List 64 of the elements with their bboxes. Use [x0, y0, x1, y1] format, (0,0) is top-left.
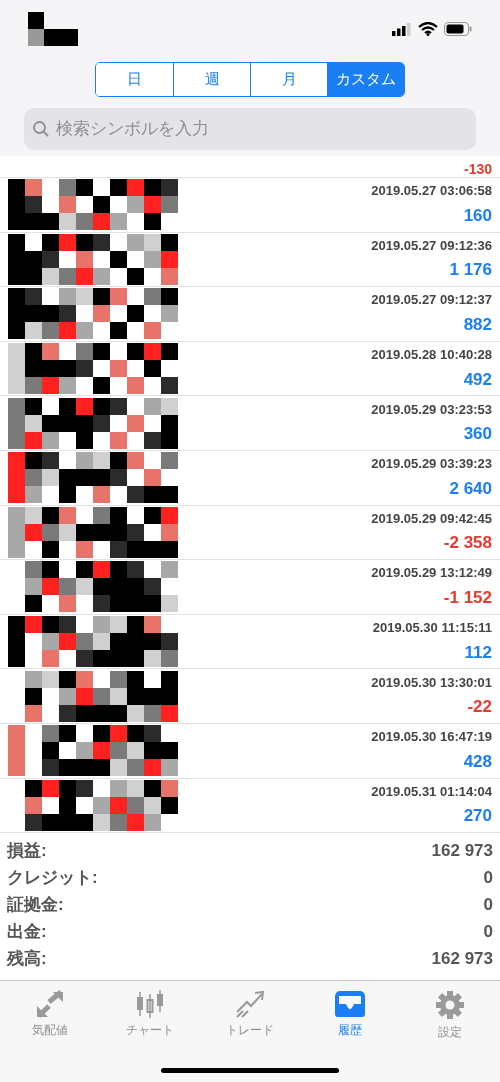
profit-value: 112: [464, 641, 492, 664]
deal-row[interactable]: 2019.05.29 03:39:23 2 640: [0, 450, 500, 506]
deal-row[interactable]: 2019.05.29 09:42:45 -2 358: [0, 505, 500, 561]
candlestick-icon: [135, 990, 165, 1018]
summary-value: 0: [483, 920, 493, 943]
profit-value: 2 640: [449, 477, 492, 500]
tab-bar-item[interactable]: 履歴: [308, 990, 392, 1041]
summary-label: 証拠金:: [7, 893, 64, 916]
profit-value: 492: [463, 368, 492, 391]
deal-time: 2019.05.27 09:12:37: [371, 291, 492, 310]
profit-value: -1 152: [443, 586, 492, 609]
deal-time: 2019.05.28 10:40:28: [371, 346, 492, 365]
deal-time: 2019.05.27 03:06:58: [371, 182, 492, 201]
summary-label: クレジット:: [7, 866, 98, 889]
battery-icon: [444, 22, 472, 36]
profit-value: 160: [463, 204, 492, 227]
deal-row[interactable]: 2019.05.30 13:30:01 -22: [0, 669, 500, 724]
summary-label: 損益:: [7, 839, 47, 862]
deal-time: 2019.05.30 13:30:01: [371, 673, 492, 692]
deal-time: 2019.05.30 16:47:19: [371, 728, 492, 747]
period-tab[interactable]: カスタム: [327, 63, 404, 96]
deal-time: 2019.05.29 13:12:49: [371, 564, 492, 583]
deal-row[interactable]: 2019.05.30 11:15:11 112: [0, 614, 500, 670]
deal-time: 2019.05.29 09:42:45: [371, 509, 492, 528]
redaction-mosaic: [28, 12, 78, 46]
period-tab[interactable]: 月: [250, 63, 327, 96]
period-tab[interactable]: 週: [173, 63, 250, 96]
period-tab[interactable]: 日: [96, 63, 173, 96]
search-input[interactable]: 検索シンボルを入力: [56, 116, 468, 142]
profit-value: -130: [463, 161, 492, 177]
profit-value: 270: [463, 805, 492, 828]
search-icon: [32, 120, 50, 138]
inbox-icon: [334, 990, 366, 1018]
summary-label: 出金:: [7, 920, 47, 943]
deal-row[interactable]: 2019.05.27 03:06:58 160: [0, 178, 500, 233]
summary-value: 0: [483, 893, 493, 916]
profit-value: 882: [463, 314, 492, 336]
profit-value: 360: [463, 423, 492, 446]
deal-row[interactable]: 2019.05.31 01:14:04 270: [0, 778, 500, 834]
search-field[interactable]: 検索シンボルを入力: [24, 108, 476, 150]
double-arrow-icon: [35, 990, 65, 1018]
deal-time: 2019.05.27 09:12:36: [371, 236, 492, 255]
signal-icon: [392, 22, 412, 36]
summary-value: 162 973: [431, 839, 493, 862]
deal-time: 2019.05.29 03:39:23: [371, 455, 492, 474]
deal-row[interactable]: 2019.05.29 03:23:53 360: [0, 396, 500, 451]
deal-time: 2019.05.31 01:14:04: [371, 782, 492, 801]
profit-value: 428: [463, 750, 492, 773]
deal-row[interactable]: 2019.05.30 16:47:19 428: [0, 723, 500, 779]
deal-time: 2019.05.30 11:15:11: [372, 619, 492, 638]
profit-value: -2 358: [443, 532, 492, 555]
summary-value: 0: [483, 866, 493, 889]
deal-row[interactable]: 2019.05.27 09:12:37 882: [0, 287, 500, 342]
deal-row[interactable]: 2019.05.28 10:40:28 492: [0, 341, 500, 397]
profit-value: -22: [467, 696, 492, 719]
profit-value: 1 176: [449, 259, 492, 282]
wifi-icon: [418, 22, 438, 36]
deal-row[interactable]: 2019.05.29 13:12:49 -1 152: [0, 560, 500, 615]
deal-time: 2019.05.29 03:23:53: [371, 400, 492, 419]
settings-icon: [435, 990, 465, 1020]
summary-value: 162 973: [431, 947, 493, 970]
summary-label: 残高:: [7, 947, 47, 970]
deal-row[interactable]: 2019.05.27 09:12:36 1 176: [0, 232, 500, 288]
trend-arrow-icon: [235, 990, 265, 1018]
